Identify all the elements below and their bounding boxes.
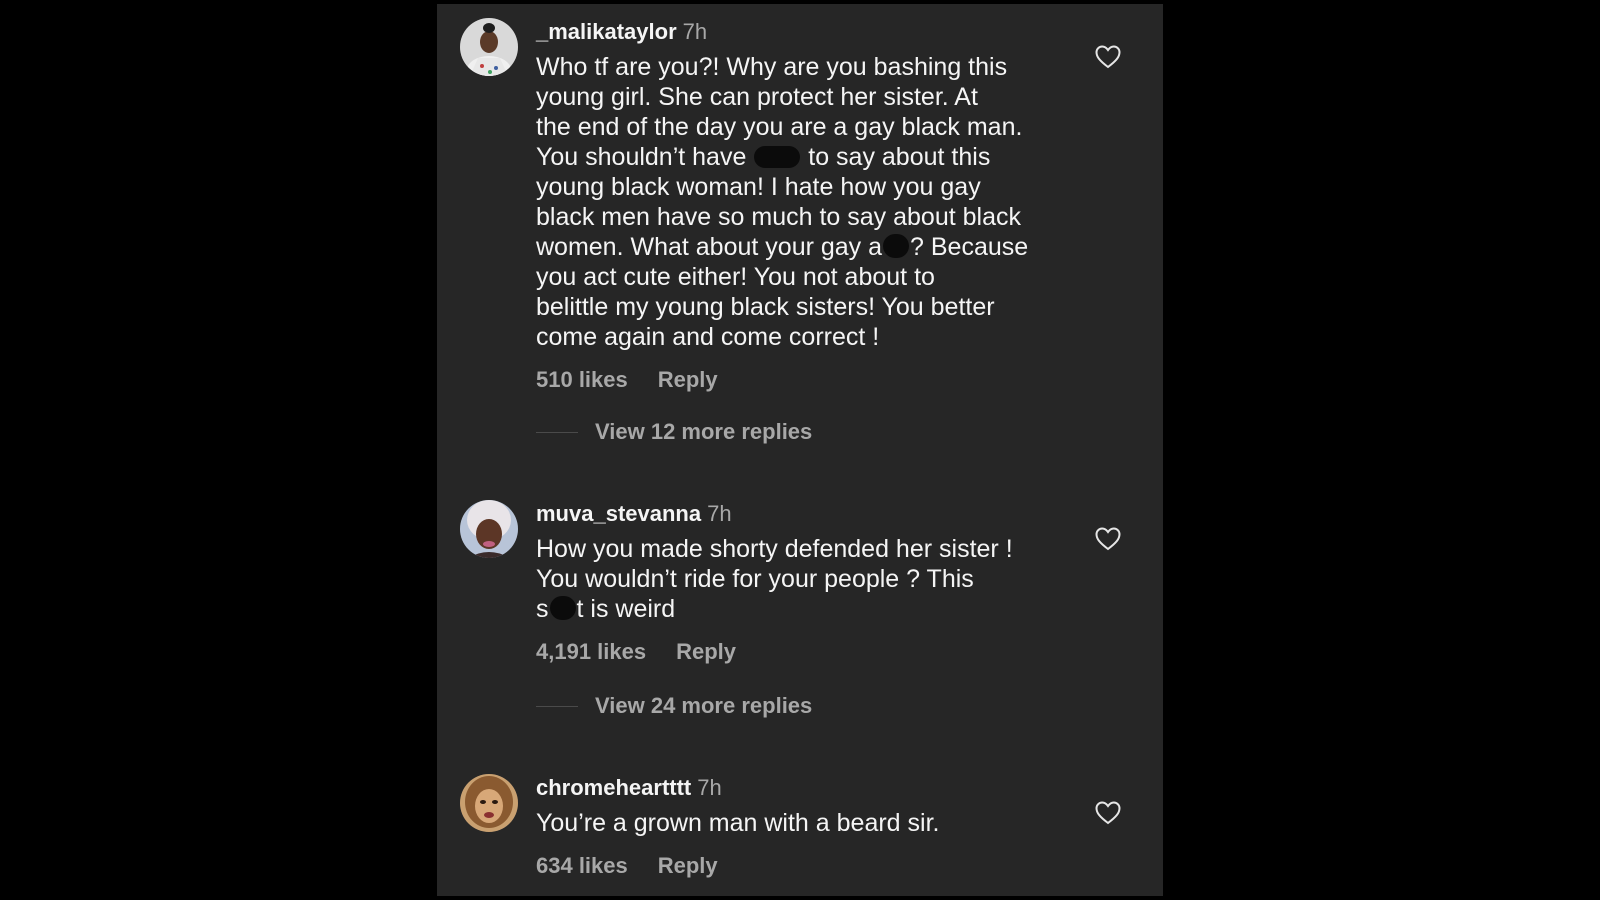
- comment-header: _malikataylor 7h: [536, 18, 1056, 46]
- comment-meta: 510 likes Reply: [536, 366, 1056, 394]
- reply-button[interactable]: Reply: [658, 853, 718, 878]
- comment-meta: 4,191 likes Reply: [536, 638, 1056, 666]
- view-more-replies-button[interactable]: View 24 more replies: [536, 692, 812, 720]
- comment-time: 7h: [682, 19, 708, 44]
- comment-text: How you made shorty defended her sister …: [536, 534, 1056, 624]
- avatar-image: [460, 774, 518, 832]
- comments-panel: _malikataylor 7h Who tf are you?! Why are…: [437, 4, 1163, 896]
- avatar[interactable]: [460, 774, 518, 832]
- view-replies-label: View 24 more replies: [595, 693, 813, 718]
- redaction-mark: [883, 234, 910, 258]
- likes-count[interactable]: 510 likes: [536, 367, 628, 392]
- avatar-image: [460, 500, 518, 558]
- heart-outline-icon[interactable]: [1095, 527, 1121, 551]
- comment-meta: 634 likes Reply: [536, 852, 1056, 880]
- avatar[interactable]: [460, 18, 518, 76]
- view-replies-label: View 12 more replies: [595, 419, 813, 444]
- comment-header: muva_stevanna 7h: [536, 500, 1056, 528]
- likes-count[interactable]: 4,191 likes: [536, 639, 646, 664]
- comment-time: 7h: [697, 775, 722, 800]
- comment-text: Who tf are you?! Why are you bashing thi…: [536, 52, 1056, 352]
- heart-outline-icon[interactable]: [1095, 801, 1121, 825]
- comment-body: muva_stevanna 7h How you made shorty defe…: [536, 500, 1056, 666]
- heart-outline-icon[interactable]: [1095, 45, 1121, 69]
- avatar-image: [460, 18, 518, 76]
- comment-username[interactable]: muva_stevanna: [536, 501, 701, 526]
- comment-time: 7h: [707, 501, 732, 526]
- comment-header: chromeheartttt 7h: [536, 774, 1056, 802]
- comment-text-part: t is weird: [576, 595, 676, 623]
- comment-username[interactable]: chromeheartttt: [536, 775, 691, 800]
- view-more-replies-button[interactable]: View 12 more replies: [536, 418, 812, 446]
- comment-text: You’re a grown man with a beard sir.: [536, 809, 940, 837]
- comment-username[interactable]: _malikataylor: [536, 19, 677, 44]
- reply-divider-line: [536, 431, 578, 433]
- avatar[interactable]: [460, 500, 518, 558]
- comment-body: chromeheartttt 7h You’re a grown man with…: [536, 774, 1056, 880]
- reply-button[interactable]: Reply: [676, 639, 736, 664]
- comment-body: _malikataylor 7h Who tf are you?! Why are…: [536, 18, 1056, 394]
- redaction-mark: [549, 596, 576, 620]
- reply-divider-line: [536, 705, 578, 707]
- redaction-mark: [754, 146, 801, 168]
- reply-button[interactable]: Reply: [658, 367, 718, 392]
- likes-count[interactable]: 634 likes: [536, 853, 628, 878]
